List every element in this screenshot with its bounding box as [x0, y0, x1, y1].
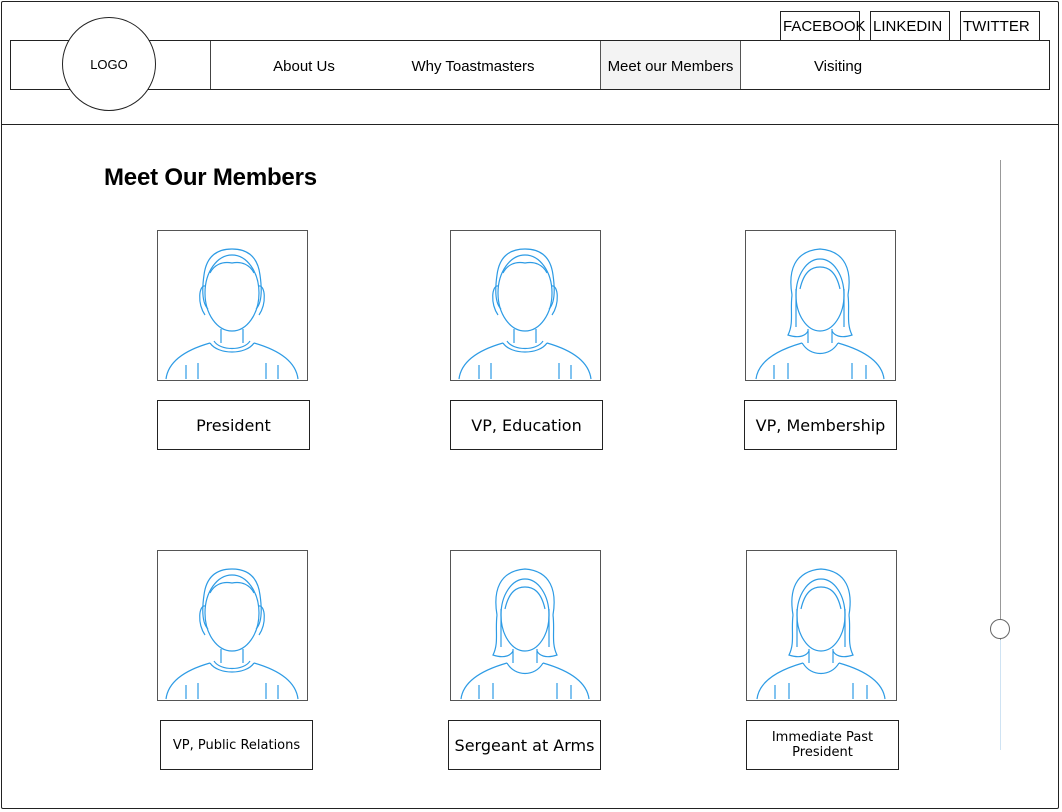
logo[interactable]: LOGO [62, 17, 156, 111]
member-photo[interactable] [450, 230, 601, 381]
nav-divider [210, 41, 211, 89]
member-role-button[interactable]: VP, Public Relations [160, 720, 313, 770]
member-photo[interactable] [157, 230, 308, 381]
member-role-label: VP, Public Relations [172, 737, 301, 753]
main-nav: About Us Why Toastmasters Meet our Membe… [10, 40, 1050, 90]
member-role-label: VP, Education [471, 415, 582, 435]
member-role-button[interactable]: VP, Education [450, 400, 603, 450]
nav-visiting[interactable]: Visiting [781, 41, 895, 89]
female-avatar-icon [747, 551, 896, 700]
member-role-button[interactable]: Immediate Past President [746, 720, 899, 770]
linkedin-link[interactable]: LINKEDIN [870, 11, 950, 40]
female-avatar-icon [746, 231, 895, 380]
nav-about-us[interactable]: About Us [251, 41, 357, 89]
member-photo[interactable] [746, 550, 897, 701]
member-role-button[interactable]: Sergeant at Arms [448, 720, 601, 770]
page-title: Meet Our Members [104, 164, 317, 191]
twitter-link[interactable]: TWITTER [960, 11, 1040, 40]
member-role-label: President [196, 415, 271, 435]
member-role-label: VP, Membership [755, 415, 886, 435]
member-role-button[interactable]: VP, Membership [744, 400, 897, 450]
member-role-label: Immediate Past President [771, 730, 874, 760]
nav-why-toastmasters[interactable]: Why Toastmasters [391, 41, 555, 89]
male-avatar-icon [158, 551, 307, 700]
nav-meet-our-members[interactable]: Meet our Members [600, 41, 741, 89]
member-role-button[interactable]: President [157, 400, 310, 450]
male-avatar-icon [158, 231, 307, 380]
member-photo[interactable] [450, 550, 601, 701]
female-avatar-icon [451, 551, 600, 700]
scroll-track-lower [1000, 640, 1001, 750]
male-avatar-icon [451, 231, 600, 380]
scroll-thumb[interactable] [990, 619, 1010, 639]
member-role-label: Sergeant at Arms [454, 735, 595, 755]
member-photo[interactable] [157, 550, 308, 701]
member-photo[interactable] [745, 230, 896, 381]
header-divider [1, 124, 1059, 125]
facebook-link[interactable]: FACEBOOK [780, 11, 866, 40]
